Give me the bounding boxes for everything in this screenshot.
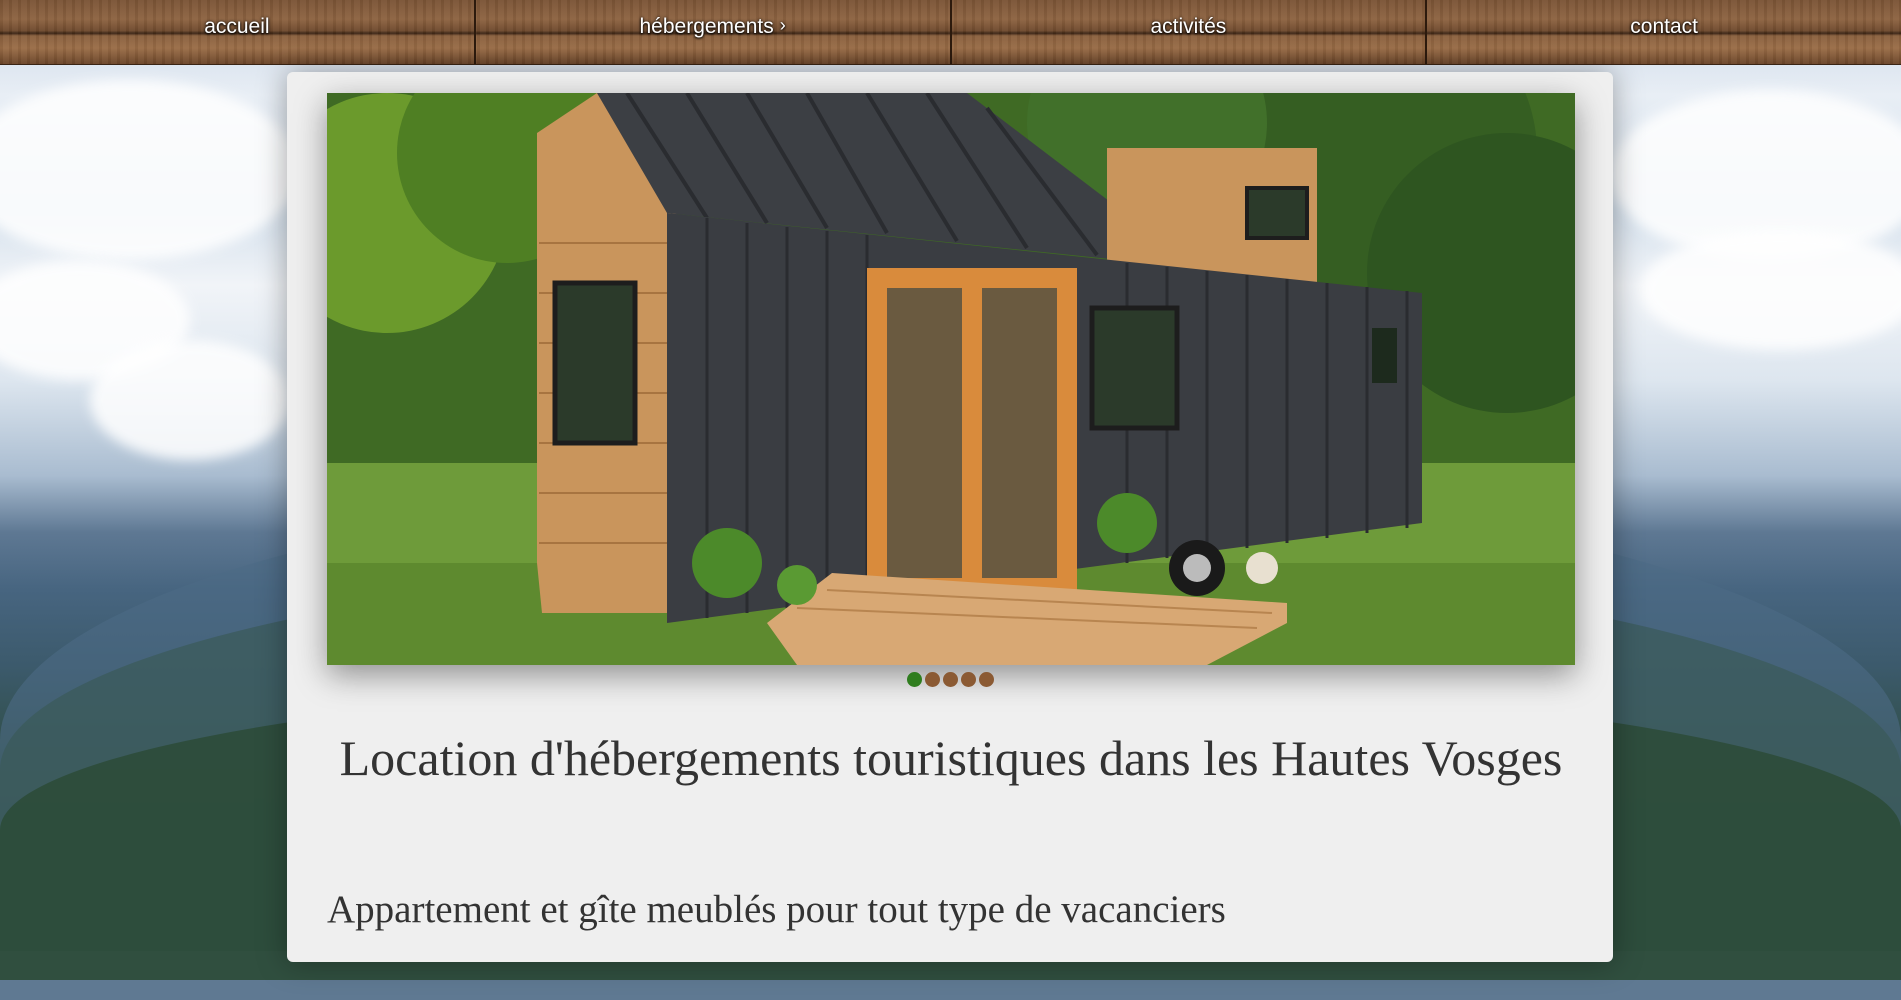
slider-dot-3[interactable] — [942, 672, 958, 687]
tiny-house-photo-icon — [327, 93, 1575, 665]
slider-dot-4[interactable] — [960, 672, 976, 687]
slider-dot-2[interactable] — [924, 672, 940, 687]
slider-dot-1[interactable] — [906, 672, 922, 687]
hero-slider-image[interactable] — [327, 93, 1575, 665]
nav-item-hebergements[interactable]: hébergements › — [476, 0, 952, 64]
nav-label: activités — [1150, 15, 1227, 38]
nav-item-activites[interactable]: activités — [952, 0, 1428, 64]
nav-item-accueil[interactable]: accueil — [0, 0, 476, 64]
chevron-right-icon: › — [779, 15, 786, 35]
page-title: Location d'hébergements touristiques dan… — [339, 730, 1563, 786]
main-nav: accueil hébergements › activités contact — [0, 0, 1901, 65]
nav-label: hébergements — [639, 15, 774, 38]
slider-dot-5[interactable] — [978, 672, 994, 687]
page-subtitle: Appartement et gîte meublés pour tout ty… — [327, 888, 1226, 931]
slider-dots — [287, 672, 1613, 687]
nav-label: contact — [1630, 15, 1698, 38]
nav-label: accueil — [204, 15, 270, 38]
nav-item-contact[interactable]: contact — [1427, 0, 1901, 64]
content-panel: Location d'hébergements touristiques dan… — [287, 72, 1613, 962]
